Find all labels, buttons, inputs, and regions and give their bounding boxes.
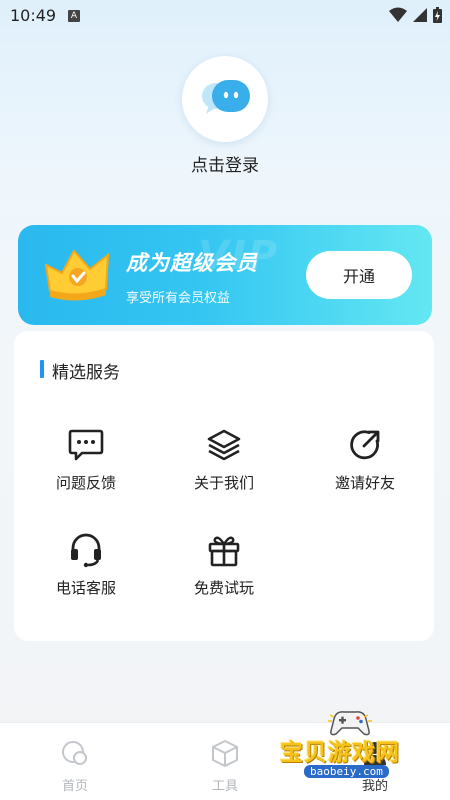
headset-icon (66, 530, 106, 570)
section-title: 精选服务 (52, 363, 120, 383)
service-label: 电话客服 (55, 579, 116, 597)
share-icon (345, 425, 385, 465)
section-accent-bar (40, 360, 44, 378)
service-about[interactable]: 关于我们 (154, 425, 294, 505)
service-free-trial[interactable]: 免费试玩 (154, 530, 294, 610)
box-icon (209, 737, 241, 769)
service-label: 免费试玩 (193, 579, 254, 597)
login-link[interactable]: 点击登录 (0, 151, 450, 176)
signal-icon (413, 8, 427, 22)
gift-icon (204, 530, 244, 570)
vip-subtitle: 享受所有会员权益 (126, 291, 231, 306)
service-invite[interactable]: 邀请好友 (295, 425, 435, 505)
watermark-text: 宝贝游戏网 (280, 740, 400, 766)
wifi-icon (389, 7, 407, 22)
service-label: 问题反馈 (55, 474, 116, 492)
vip-title: 成为超级会员 (126, 251, 258, 275)
open-vip-button[interactable]: 开通 (306, 251, 412, 299)
battery-icon (433, 7, 442, 23)
nav-home[interactable]: 首页 (0, 723, 150, 800)
vip-banner[interactable]: VIP 成为超级会员 享受所有会员权益 开通 (18, 225, 432, 325)
nav-label: 首页 (61, 779, 88, 794)
site-watermark-logo: 宝贝游戏网 baobeiy.com (276, 705, 426, 787)
avatar[interactable] (182, 56, 268, 142)
service-label: 邀请好友 (334, 474, 395, 492)
notification-icon: A (68, 10, 80, 22)
feedback-icon (66, 425, 106, 465)
layers-icon (204, 425, 244, 465)
service-phone[interactable]: 电话客服 (16, 530, 156, 610)
service-feedback[interactable]: 问题反馈 (16, 425, 156, 505)
watermark-url: baobeiy.com (304, 765, 389, 778)
service-label: 关于我们 (193, 474, 254, 492)
status-time: 10:49 (10, 6, 57, 25)
status-icons (389, 7, 442, 23)
chat-bubble-icon (202, 80, 250, 114)
crown-icon (44, 249, 110, 301)
home-icon (59, 737, 91, 769)
status-bar: 10:49 A (0, 0, 450, 32)
services-card: 精选服务 问题反馈 关于我们 邀请好友 电话客服 免费试玩 (14, 331, 434, 641)
